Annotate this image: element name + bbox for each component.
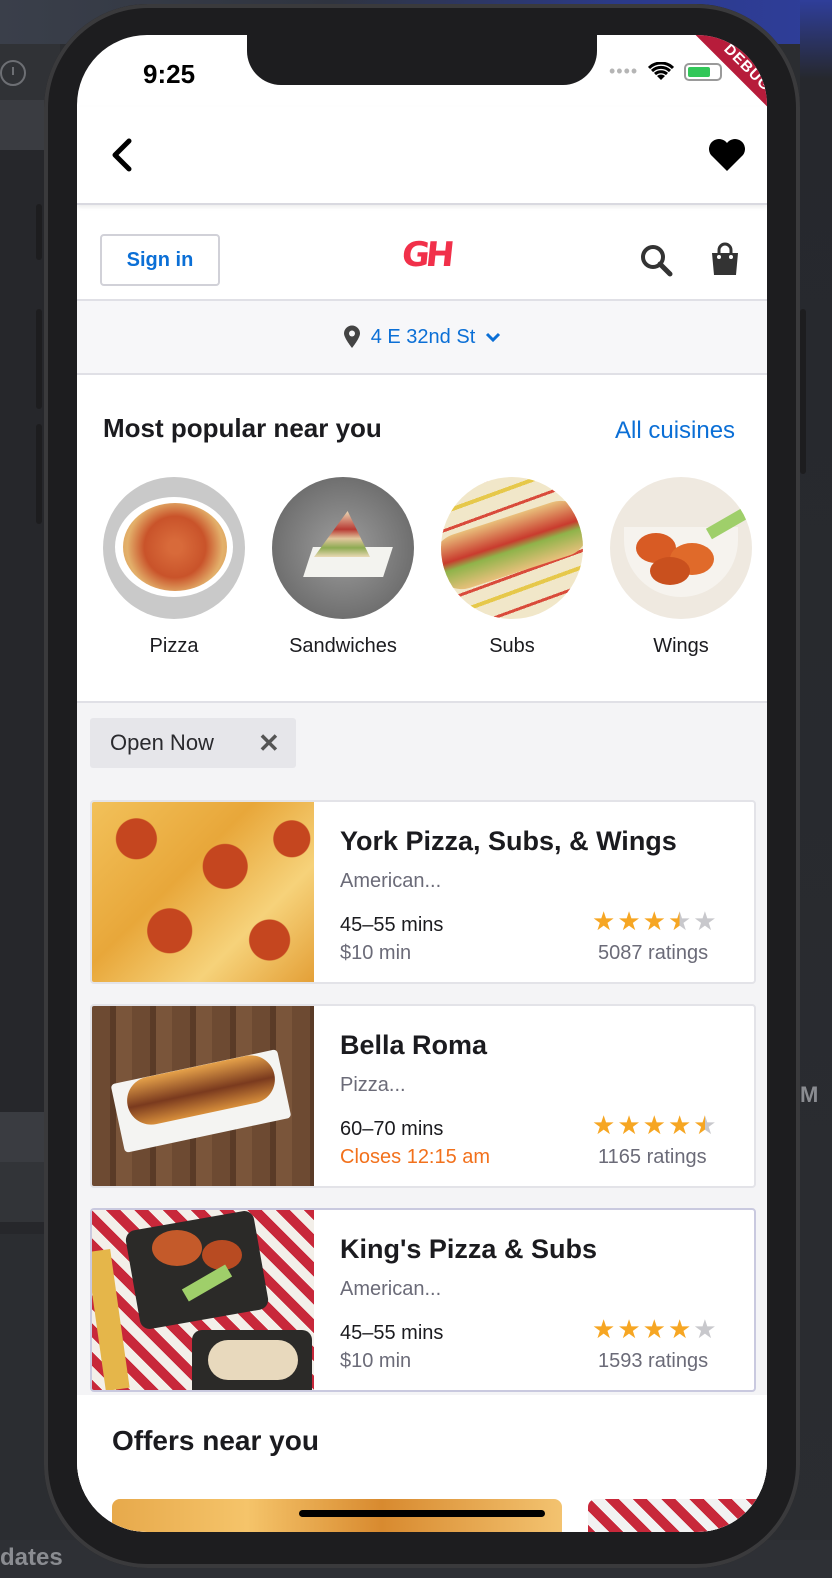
desktop-side-strip [800,0,832,1578]
clock-icon [0,60,26,86]
heart-icon[interactable] [707,137,747,173]
star-icon: ★ [592,1314,616,1344]
status-time: 9:25 [143,59,196,89]
address-text: 4 E 32nd St [370,325,476,348]
battery-icon [684,62,723,81]
rating-stars: ★ ★ ★ ★ ★ [592,1112,717,1138]
cuisine-item-pizza[interactable]: Pizza [103,477,245,658]
restaurant-card[interactable]: York Pizza, Subs, & Wings American... 45… [90,800,756,984]
mute-switch [36,204,42,260]
cuisine-item-subs[interactable]: Subs [441,477,583,658]
star-icon: ★ [667,1314,692,1344]
restaurant-card[interactable]: King's Pizza & Subs American... 45–55 mi… [90,1208,756,1392]
chip-label: Open Now [110,730,214,755]
delivery-time: 45–55 mins [340,914,444,936]
star-icon: ★ [592,906,616,936]
offer-card[interactable] [588,1499,767,1532]
star-icon: ★ [617,906,641,936]
cuisine-label: Sandwiches [289,635,397,657]
home-indicator[interactable] [299,1510,545,1517]
restaurant-cuisine: Pizza... [340,1074,406,1096]
rating-stars: ★ ★ ★ ★ ★ [592,908,717,934]
close-icon[interactable]: ✕ [258,728,280,759]
desktop-bottom-text: dates [0,1544,63,1571]
order-minimum: $10 min [340,942,412,964]
star-icon: ★ [617,1314,641,1344]
power-button [800,309,806,474]
volume-up-button [36,309,42,409]
restaurant-image [92,1210,314,1390]
delivery-time: 60–70 mins [340,1118,444,1140]
star-icon: ★ [592,1110,616,1140]
ratings-count: 5087 ratings [598,942,709,964]
restaurant-image [92,802,314,982]
restaurant-name: King's Pizza & Subs [340,1234,597,1264]
rating-stars: ★ ★ ★ ★ ★ [592,1316,717,1342]
restaurant-image [92,1006,314,1186]
closing-time: Closes 12:15 am [340,1146,491,1168]
offers-title: Offers near you [112,1425,319,1456]
cuisine-label: Subs [489,635,535,657]
restaurant-name: York Pizza, Subs, & Wings [340,826,677,856]
delivery-time: 45–55 mins [340,1322,444,1344]
status-icons: •••• [609,61,723,82]
star-icon: ★ [693,906,717,936]
site-header: Sign in GH [77,205,767,301]
star-icon: ★ [642,906,666,936]
sub-image [441,477,583,619]
star-icon: ★ [642,1110,666,1140]
cuisine-label: Pizza [149,635,199,657]
volume-down-button [36,424,42,524]
signal-icon: •••• [609,61,639,81]
grubhub-logo[interactable]: GH [400,235,453,275]
address-selector[interactable]: 4 E 32nd St [77,301,767,375]
wings-image [610,477,752,619]
cuisine-item-sandwiches[interactable]: Sandwiches [272,477,414,658]
popular-section-title: Most popular near you [103,413,382,443]
all-cuisines-link[interactable]: All cuisines [615,417,735,445]
star-icon: ★ [667,1110,692,1140]
pizza-image [103,477,245,619]
ratings-count: 1165 ratings [598,1146,707,1168]
chevron-left-icon[interactable] [107,137,135,173]
ratings-count: 1593 ratings [598,1350,709,1372]
restaurant-card[interactable]: Bella Roma Pizza... 60–70 mins Closes 12… [90,1004,756,1188]
shopping-bag-icon[interactable] [709,241,741,277]
cuisine-label: Wings [653,635,709,657]
star-icon: ★ [642,1314,666,1344]
open-now-filter-chip[interactable]: Open Now ✕ [90,718,296,768]
star-icon: ★ [693,1314,717,1344]
cuisine-item-wings[interactable]: Wings [610,477,752,658]
notch [247,35,597,85]
app-screen: 9:25 •••• DEBUG Sign in GH 4 E 32nd St M… [77,35,767,1532]
order-minimum: $10 min [340,1350,412,1372]
desktop-right-text: M [800,1082,819,1107]
star-icon: ★ [693,1110,717,1140]
restaurant-cuisine: American... [340,870,442,892]
cuisine-carousel: Pizza Sandwiches Subs Wings [103,477,752,658]
star-icon: ★ [667,906,692,936]
wifi-icon [648,61,675,80]
star-icon: ★ [617,1110,641,1140]
sign-in-button[interactable]: Sign in [100,234,220,286]
sandwich-image [272,477,414,619]
restaurant-cuisine: American... [340,1278,442,1300]
chevron-down-icon [486,332,501,343]
app-bar [77,107,767,205]
restaurant-name: Bella Roma [340,1030,488,1060]
search-icon[interactable] [639,243,673,277]
location-pin-icon [343,325,360,348]
